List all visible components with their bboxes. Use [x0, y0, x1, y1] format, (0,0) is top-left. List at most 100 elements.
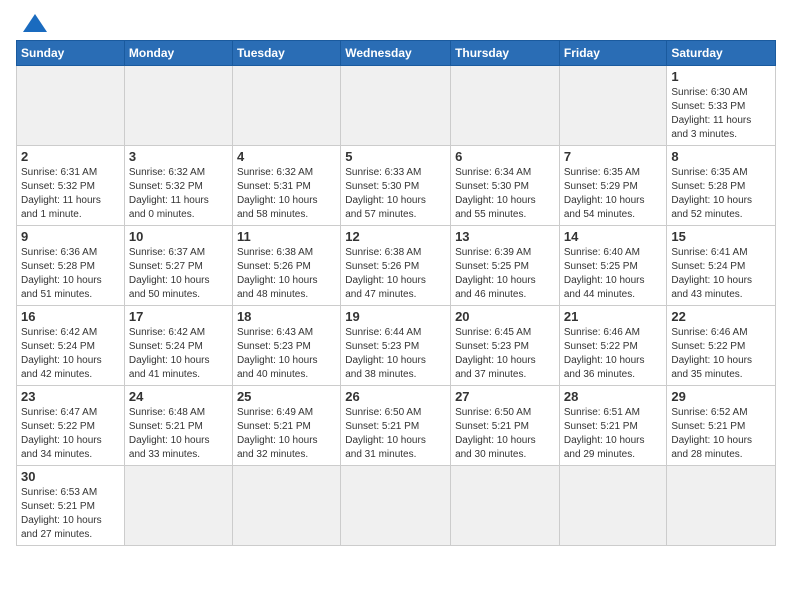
day-cell: 3 Sunrise: 6:32 AM Sunset: 5:32 PM Daylig… — [124, 146, 232, 226]
day-cell: 20Sunrise: 6:45 AM Sunset: 5:23 PM Dayli… — [451, 306, 560, 386]
day-number: 23 — [21, 389, 120, 404]
day-info: Sunrise: 6:41 AM Sunset: 5:24 PM Dayligh… — [671, 246, 771, 302]
day-cell — [232, 466, 340, 546]
day-cell — [341, 466, 451, 546]
day-info: Sunrise: 6:48 AM Sunset: 5:21 PM Dayligh… — [129, 406, 228, 462]
day-number: 29 — [671, 389, 771, 404]
day-number: 4 — [237, 149, 336, 164]
day-cell: 8 Sunrise: 6:35 AM Sunset: 5:28 PM Daylig… — [667, 146, 776, 226]
weekday-thursday: Thursday — [451, 41, 560, 66]
day-cell: 11Sunrise: 6:38 AM Sunset: 5:26 PM Dayli… — [232, 226, 340, 306]
day-number: 16 — [21, 309, 120, 324]
day-info: Sunrise: 6:34 AM Sunset: 5:30 PM Dayligh… — [455, 166, 555, 222]
day-number: 6 — [455, 149, 555, 164]
day-cell — [451, 66, 560, 146]
logo-icon — [21, 12, 49, 34]
day-info: Sunrise: 6:51 AM Sunset: 5:21 PM Dayligh… — [564, 406, 663, 462]
day-number: 30 — [21, 469, 120, 484]
day-info: Sunrise: 6:53 AM Sunset: 5:21 PM Dayligh… — [21, 486, 120, 542]
week-row-3: 9 Sunrise: 6:36 AM Sunset: 5:28 PM Daylig… — [17, 226, 776, 306]
day-info: Sunrise: 6:38 AM Sunset: 5:26 PM Dayligh… — [345, 246, 446, 302]
day-info: Sunrise: 6:46 AM Sunset: 5:22 PM Dayligh… — [671, 326, 771, 382]
weekday-friday: Friday — [559, 41, 667, 66]
day-info: Sunrise: 6:35 AM Sunset: 5:28 PM Dayligh… — [671, 166, 771, 222]
day-info: Sunrise: 6:52 AM Sunset: 5:21 PM Dayligh… — [671, 406, 771, 462]
week-row-4: 16 Sunrise: 6:42 AM Sunset: 5:24 PM Dayli… — [17, 306, 776, 386]
week-row-1: 1Sunrise: 6:30 AM Sunset: 5:33 PM Daylig… — [17, 66, 776, 146]
day-info: Sunrise: 6:42 AM Sunset: 5:24 PM Dayligh… — [21, 326, 120, 382]
day-cell: 5 Sunrise: 6:33 AM Sunset: 5:30 PM Daylig… — [341, 146, 451, 226]
day-number: 19 — [345, 309, 446, 324]
day-info: Sunrise: 6:35 AM Sunset: 5:29 PM Dayligh… — [564, 166, 663, 222]
day-info: Sunrise: 6:31 AM Sunset: 5:32 PM Dayligh… — [21, 166, 120, 222]
day-cell — [124, 66, 232, 146]
weekday-monday: Monday — [124, 41, 232, 66]
day-number: 24 — [129, 389, 228, 404]
day-cell — [341, 66, 451, 146]
day-cell: 25Sunrise: 6:49 AM Sunset: 5:21 PM Dayli… — [232, 386, 340, 466]
day-info: Sunrise: 6:39 AM Sunset: 5:25 PM Dayligh… — [455, 246, 555, 302]
day-cell: 12Sunrise: 6:38 AM Sunset: 5:26 PM Dayli… — [341, 226, 451, 306]
day-cell: 27 Sunrise: 6:50 AM Sunset: 5:21 PM Dayli… — [451, 386, 560, 466]
week-row-5: 23Sunrise: 6:47 AM Sunset: 5:22 PM Dayli… — [17, 386, 776, 466]
day-number: 21 — [564, 309, 663, 324]
day-info: Sunrise: 6:32 AM Sunset: 5:31 PM Dayligh… — [237, 166, 336, 222]
day-cell: 10 Sunrise: 6:37 AM Sunset: 5:27 PM Dayli… — [124, 226, 232, 306]
day-cell: 13Sunrise: 6:39 AM Sunset: 5:25 PM Dayli… — [451, 226, 560, 306]
day-info: Sunrise: 6:42 AM Sunset: 5:24 PM Dayligh… — [129, 326, 228, 382]
day-cell: 21Sunrise: 6:46 AM Sunset: 5:22 PM Dayli… — [559, 306, 667, 386]
day-cell — [559, 466, 667, 546]
day-info: Sunrise: 6:38 AM Sunset: 5:26 PM Dayligh… — [237, 246, 336, 302]
day-info: Sunrise: 6:32 AM Sunset: 5:32 PM Dayligh… — [129, 166, 228, 222]
day-info: Sunrise: 6:40 AM Sunset: 5:25 PM Dayligh… — [564, 246, 663, 302]
weekday-header-row: SundayMondayTuesdayWednesdayThursdayFrid… — [17, 41, 776, 66]
day-info: Sunrise: 6:44 AM Sunset: 5:23 PM Dayligh… — [345, 326, 446, 382]
day-number: 3 — [129, 149, 228, 164]
weekday-tuesday: Tuesday — [232, 41, 340, 66]
day-number: 18 — [237, 309, 336, 324]
day-number: 5 — [345, 149, 446, 164]
day-cell — [451, 466, 560, 546]
day-info: Sunrise: 6:37 AM Sunset: 5:27 PM Dayligh… — [129, 246, 228, 302]
day-cell — [17, 66, 125, 146]
day-info: Sunrise: 6:50 AM Sunset: 5:21 PM Dayligh… — [345, 406, 446, 462]
day-cell: 26Sunrise: 6:50 AM Sunset: 5:21 PM Dayli… — [341, 386, 451, 466]
weekday-saturday: Saturday — [667, 41, 776, 66]
day-number: 27 — [455, 389, 555, 404]
day-cell — [667, 466, 776, 546]
day-number: 9 — [21, 229, 120, 244]
calendar-table: SundayMondayTuesdayWednesdayThursdayFrid… — [16, 40, 776, 546]
day-cell — [124, 466, 232, 546]
day-cell: 29 Sunrise: 6:52 AM Sunset: 5:21 PM Dayli… — [667, 386, 776, 466]
day-cell: 7Sunrise: 6:35 AM Sunset: 5:29 PM Daylig… — [559, 146, 667, 226]
day-cell: 28Sunrise: 6:51 AM Sunset: 5:21 PM Dayli… — [559, 386, 667, 466]
weekday-wednesday: Wednesday — [341, 41, 451, 66]
day-cell: 4 Sunrise: 6:32 AM Sunset: 5:31 PM Daylig… — [232, 146, 340, 226]
day-cell: 23Sunrise: 6:47 AM Sunset: 5:22 PM Dayli… — [17, 386, 125, 466]
day-info: Sunrise: 6:36 AM Sunset: 5:28 PM Dayligh… — [21, 246, 120, 302]
day-cell: 2Sunrise: 6:31 AM Sunset: 5:32 PM Daylig… — [17, 146, 125, 226]
day-number: 8 — [671, 149, 771, 164]
day-number: 15 — [671, 229, 771, 244]
day-cell: 15 Sunrise: 6:41 AM Sunset: 5:24 PM Dayli… — [667, 226, 776, 306]
day-cell: 19 Sunrise: 6:44 AM Sunset: 5:23 PM Dayli… — [341, 306, 451, 386]
logo — [16, 12, 49, 34]
day-cell — [232, 66, 340, 146]
day-number: 10 — [129, 229, 228, 244]
day-number: 20 — [455, 309, 555, 324]
day-info: Sunrise: 6:43 AM Sunset: 5:23 PM Dayligh… — [237, 326, 336, 382]
week-row-2: 2Sunrise: 6:31 AM Sunset: 5:32 PM Daylig… — [17, 146, 776, 226]
day-cell: 1Sunrise: 6:30 AM Sunset: 5:33 PM Daylig… — [667, 66, 776, 146]
weekday-sunday: Sunday — [17, 41, 125, 66]
day-cell: 16 Sunrise: 6:42 AM Sunset: 5:24 PM Dayli… — [17, 306, 125, 386]
day-cell: 18 Sunrise: 6:43 AM Sunset: 5:23 PM Dayli… — [232, 306, 340, 386]
day-info: Sunrise: 6:50 AM Sunset: 5:21 PM Dayligh… — [455, 406, 555, 462]
day-cell: 30 Sunrise: 6:53 AM Sunset: 5:21 PM Dayli… — [17, 466, 125, 546]
day-number: 1 — [671, 69, 771, 84]
day-number: 17 — [129, 309, 228, 324]
day-cell: 24 Sunrise: 6:48 AM Sunset: 5:21 PM Dayli… — [124, 386, 232, 466]
day-cell: 9 Sunrise: 6:36 AM Sunset: 5:28 PM Daylig… — [17, 226, 125, 306]
day-number: 22 — [671, 309, 771, 324]
day-cell: 6 Sunrise: 6:34 AM Sunset: 5:30 PM Daylig… — [451, 146, 560, 226]
day-info: Sunrise: 6:33 AM Sunset: 5:30 PM Dayligh… — [345, 166, 446, 222]
